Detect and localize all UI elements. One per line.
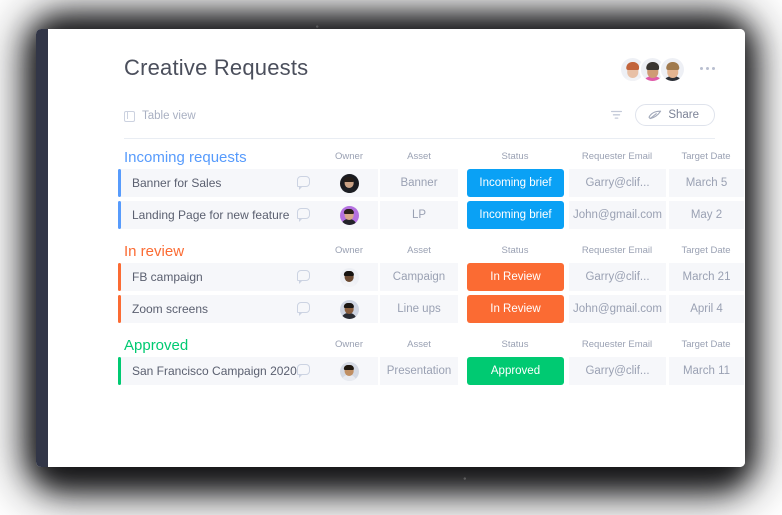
status-badge[interactable]: In Review — [467, 263, 564, 291]
board-toolbar: Table view Share — [124, 104, 715, 139]
column-headers: Owner Asset Status Requester Email Target Da… — [118, 245, 731, 259]
page-title: Creative Requests — [124, 55, 309, 80]
comment-bubble-icon[interactable] — [297, 364, 310, 378]
table-row[interactable]: Banner for Sales Banner Incoming brief Gar… — [118, 169, 744, 197]
owner-avatar[interactable] — [339, 173, 359, 193]
board-header: Creative Requests — [78, 29, 727, 104]
cell-owner[interactable] — [320, 357, 378, 385]
collaborator-avatars[interactable] — [619, 56, 686, 83]
window-content: Creative Requests Table view Share Incom… — [48, 29, 745, 467]
cell-item-name[interactable]: Zoom screens — [121, 295, 320, 323]
cell-item-name[interactable]: San Francisco Campaign 2020 — [121, 357, 320, 385]
owner-avatar[interactable] — [339, 299, 359, 319]
owner-avatar[interactable] — [339, 267, 359, 287]
cell-requester-email[interactable]: John@gmail.com — [569, 295, 666, 323]
cell-asset[interactable]: Presentation — [380, 357, 458, 385]
cell-requester-email[interactable]: Garry@clif... — [569, 263, 666, 291]
status-badge[interactable]: Incoming brief — [467, 201, 564, 229]
toolbar-right-actions: Share — [610, 104, 715, 126]
cell-asset[interactable]: Campaign — [380, 263, 458, 291]
owner-avatar[interactable] — [339, 361, 359, 381]
paper-plane-icon — [648, 110, 662, 119]
group-header: In review Owner Asset Status Requester Email… — [118, 233, 731, 263]
table-view-icon — [124, 110, 135, 122]
column-header-date[interactable]: Target Date — [681, 151, 730, 162]
filter-icon[interactable] — [610, 109, 623, 121]
column-header-email[interactable]: Requester Email — [582, 151, 652, 162]
cell-target-date[interactable]: May 2 — [669, 201, 744, 229]
cell-owner[interactable] — [320, 201, 378, 229]
column-header-status[interactable]: Status — [502, 151, 529, 162]
cell-asset[interactable]: Banner — [380, 169, 458, 197]
cell-owner[interactable] — [320, 169, 378, 197]
column-header-status[interactable]: Status — [502, 339, 529, 350]
column-header-owner[interactable]: Owner — [335, 245, 363, 256]
cell-target-date[interactable]: March 11 — [669, 357, 744, 385]
item-name-text: Landing Page for new feature — [132, 208, 290, 222]
table-row[interactable]: FB campaign Campaign In Review Garry@clif.… — [118, 263, 744, 291]
cell-requester-email[interactable]: Garry@clif... — [569, 169, 666, 197]
group-incoming-requests: Incoming requests Owner Asset Status Request… — [118, 139, 744, 229]
cell-target-date[interactable]: March 21 — [669, 263, 744, 291]
group-approved: Approved Owner Asset Status Requester Email T… — [118, 327, 744, 385]
item-name-text: FB campaign — [132, 270, 203, 284]
cell-target-date[interactable]: March 5 — [669, 169, 744, 197]
cell-owner[interactable] — [320, 263, 378, 291]
column-header-date[interactable]: Target Date — [681, 245, 730, 256]
cell-asset[interactable]: Line ups — [380, 295, 458, 323]
screenshot-stage: Creative Requests Table view Share Incom… — [0, 0, 782, 515]
board-groups: Incoming requests Owner Asset Status Request… — [78, 139, 744, 385]
owner-avatar[interactable] — [339, 205, 359, 225]
avatar[interactable] — [659, 56, 686, 83]
comment-bubble-icon[interactable] — [297, 208, 310, 222]
status-badge[interactable]: Approved — [467, 357, 564, 385]
column-header-asset[interactable]: Asset — [407, 245, 431, 256]
cell-item-name[interactable]: Banner for Sales — [121, 169, 320, 197]
column-header-owner[interactable]: Owner — [335, 339, 363, 350]
column-headers: Owner Asset Status Requester Email Target Da… — [118, 151, 731, 165]
app-window: Creative Requests Table view Share Incom… — [36, 29, 745, 467]
more-options-icon[interactable] — [700, 67, 715, 70]
cell-requester-email[interactable]: John@gmail.com — [569, 201, 666, 229]
comment-bubble-icon[interactable] — [297, 302, 310, 316]
tab-table-view-label: Table view — [142, 110, 196, 122]
item-name-text: Banner for Sales — [132, 176, 222, 190]
group-header: Approved Owner Asset Status Requester Email T… — [118, 327, 731, 357]
cell-item-name[interactable]: FB campaign — [121, 263, 320, 291]
table-row[interactable]: Zoom screens Line ups In Review John@gmail… — [118, 295, 744, 323]
column-header-email[interactable]: Requester Email — [582, 245, 652, 256]
table-row[interactable]: San Francisco Campaign 2020 Presentation… — [118, 357, 744, 385]
comment-bubble-icon[interactable] — [297, 176, 310, 190]
column-headers: Owner Asset Status Requester Email Target Da… — [118, 339, 731, 353]
column-header-asset[interactable]: Asset — [407, 151, 431, 162]
item-name-text: San Francisco Campaign 2020 — [132, 364, 297, 378]
column-header-date[interactable]: Target Date — [681, 339, 730, 350]
cell-owner[interactable] — [320, 295, 378, 323]
column-header-owner[interactable]: Owner — [335, 151, 363, 162]
cell-target-date[interactable]: April 4 — [669, 295, 744, 323]
cell-item-name[interactable]: Landing Page for new feature — [121, 201, 320, 229]
status-badge[interactable]: Incoming brief — [467, 169, 564, 197]
cell-requester-email[interactable]: Garry@clif... — [569, 357, 666, 385]
status-badge[interactable]: In Review — [467, 295, 564, 323]
cell-asset[interactable]: LP — [380, 201, 458, 229]
group-in-review: In review Owner Asset Status Requester Email… — [118, 233, 744, 323]
left-nav-rail[interactable] — [36, 29, 48, 467]
group-header: Incoming requests Owner Asset Status Request… — [118, 139, 731, 169]
share-button-label: Share — [668, 109, 699, 121]
table-row[interactable]: Landing Page for new feature LP Incoming … — [118, 201, 744, 229]
column-header-status[interactable]: Status — [502, 245, 529, 256]
column-header-email[interactable]: Requester Email — [582, 339, 652, 350]
share-button[interactable]: Share — [635, 104, 715, 126]
comment-bubble-icon[interactable] — [297, 270, 310, 284]
column-header-asset[interactable]: Asset — [407, 339, 431, 350]
tab-table-view[interactable]: Table view — [124, 110, 196, 122]
item-name-text: Zoom screens — [132, 302, 209, 316]
